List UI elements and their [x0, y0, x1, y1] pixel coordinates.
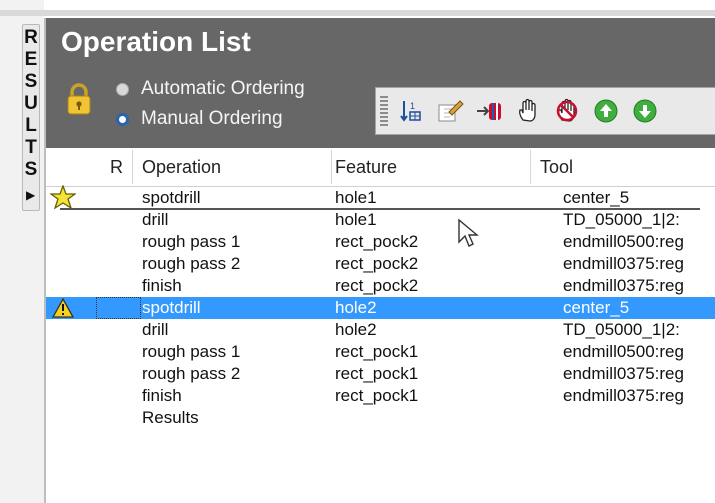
results-side-tab[interactable]: R E S U L T S ▶ [0, 0, 715, 503]
results-letter: S [24, 159, 38, 180]
top-divider [0, 10, 715, 16]
table-row-selected[interactable]: spotdrill hole2 center_5 [46, 297, 715, 319]
column-divider[interactable] [530, 150, 531, 184]
results-tab-button[interactable]: R E S U L T S ▶ [22, 24, 40, 211]
results-tab-label: R E S U L T S [23, 27, 39, 181]
feature-cell: hole2 [335, 298, 377, 317]
results-letter: U [24, 93, 38, 114]
panel-header: Operation List Automatic Ordering Manual… [46, 18, 715, 148]
column-header-r[interactable]: R [110, 157, 123, 178]
operation-cell: rough pass 1 [142, 232, 241, 251]
table-header: R Operation Feature Tool [46, 148, 715, 187]
operation-cell: rough pass 2 [142, 254, 241, 273]
column-divider[interactable] [331, 150, 332, 184]
manual-ordering-radio[interactable] [116, 112, 129, 126]
automatic-ordering-label: Automatic Ordering [141, 78, 305, 99]
feature-cell: rect_pock1 [335, 342, 419, 361]
tool-cell: TD_05000_1|2: [563, 210, 680, 229]
table-row[interactable]: drill hole1 TD_05000_1|2: [46, 209, 715, 231]
table-row[interactable]: spotdrill hole1 center_5 [46, 185, 715, 210]
operation-cell: spotdrill [142, 188, 201, 207]
operation-cell: drill [142, 320, 169, 339]
drop-target-star-icon [50, 185, 76, 209]
table-row[interactable]: rough pass 1 rect_pock2 endmill0500:reg [46, 231, 715, 253]
toolbar-grip[interactable] [380, 96, 388, 126]
tool-cell: center_5 [563, 188, 630, 207]
feature-cell: rect_pock2 [335, 276, 419, 295]
results-letter: R [24, 27, 38, 48]
automatic-ordering-radio[interactable] [116, 82, 129, 96]
mouse-cursor-icon [458, 218, 479, 247]
sort-icon[interactable]: 1 [396, 96, 426, 126]
column-header-tool[interactable]: Tool [540, 157, 573, 178]
results-letter: S [24, 71, 38, 92]
edit-icon[interactable] [435, 96, 465, 126]
table-row[interactable]: rough pass 2 rect_pock1 endmill0375:reg [46, 363, 715, 385]
hand-stop-icon[interactable] [552, 96, 582, 126]
operation-cell: Results [142, 408, 199, 427]
automatic-ordering-option[interactable]: Automatic Ordering [116, 78, 305, 100]
table-row[interactable]: rough pass 2 rect_pock2 endmill0375:reg [46, 253, 715, 275]
expand-arrow-icon: ▶ [26, 188, 36, 202]
manual-ordering-label: Manual Ordering [141, 108, 283, 129]
feature-cell: rect_pock1 [335, 364, 419, 383]
move-up-icon[interactable] [591, 96, 621, 126]
focus-rectangle [96, 297, 141, 319]
feature-cell: rect_pock2 [335, 232, 419, 251]
table-row[interactable]: drill hole2 TD_05000_1|2: [46, 319, 715, 341]
results-letter: T [25, 137, 37, 158]
tool-cell: endmill0500:reg [563, 232, 684, 251]
operations-table: R Operation Feature Tool spotdrill hole1… [46, 148, 715, 429]
column-divider[interactable] [132, 150, 133, 184]
operation-cell: rough pass 1 [142, 342, 241, 361]
operation-cell: finish [142, 386, 182, 405]
column-header-operation[interactable]: Operation [142, 157, 221, 178]
table-row[interactable]: finish rect_pock1 endmill0375:reg [46, 385, 715, 407]
operation-cell: rough pass 2 [142, 364, 241, 383]
tool-cell: endmill0375:reg [563, 386, 684, 405]
manual-ordering-option[interactable]: Manual Ordering [116, 108, 283, 130]
tool-cell: endmill0500:reg [563, 342, 684, 361]
feature-cell: rect_pock2 [335, 254, 419, 273]
feature-cell: rect_pock1 [335, 386, 419, 405]
results-letter: L [25, 115, 37, 136]
hand-icon[interactable] [513, 96, 543, 126]
lock-icon[interactable] [66, 82, 92, 116]
warning-icon [52, 298, 74, 318]
feature-cell: hole2 [335, 320, 377, 339]
column-header-feature[interactable]: Feature [335, 157, 397, 178]
operation-cell: spotdrill [142, 298, 201, 317]
feature-cell: hole1 [335, 210, 377, 229]
operation-cell: drill [142, 210, 169, 229]
move-down-icon[interactable] [630, 96, 660, 126]
operation-list-panel: Operation List Automatic Ordering Manual… [46, 18, 715, 503]
tool-cell: TD_05000_1|2: [563, 320, 680, 339]
results-letter: E [24, 49, 38, 70]
operation-toolbar: 1 [375, 87, 715, 135]
operation-cell: finish [142, 276, 182, 295]
svg-text:1: 1 [410, 101, 415, 111]
table-row[interactable]: rough pass 1 rect_pock1 endmill0500:reg [46, 341, 715, 363]
tool-cell: endmill0375:reg [563, 254, 684, 273]
panel-title: Operation List [61, 26, 251, 57]
table-row[interactable]: finish rect_pock2 endmill0375:reg [46, 275, 715, 297]
tool-cell: endmill0375:reg [563, 364, 684, 383]
tool-cell: center_5 [563, 298, 630, 317]
move-tool-icon[interactable] [474, 96, 504, 126]
tool-cell: endmill0375:reg [563, 276, 684, 295]
feature-cell: hole1 [335, 188, 377, 207]
table-row[interactable]: Results [46, 407, 715, 429]
